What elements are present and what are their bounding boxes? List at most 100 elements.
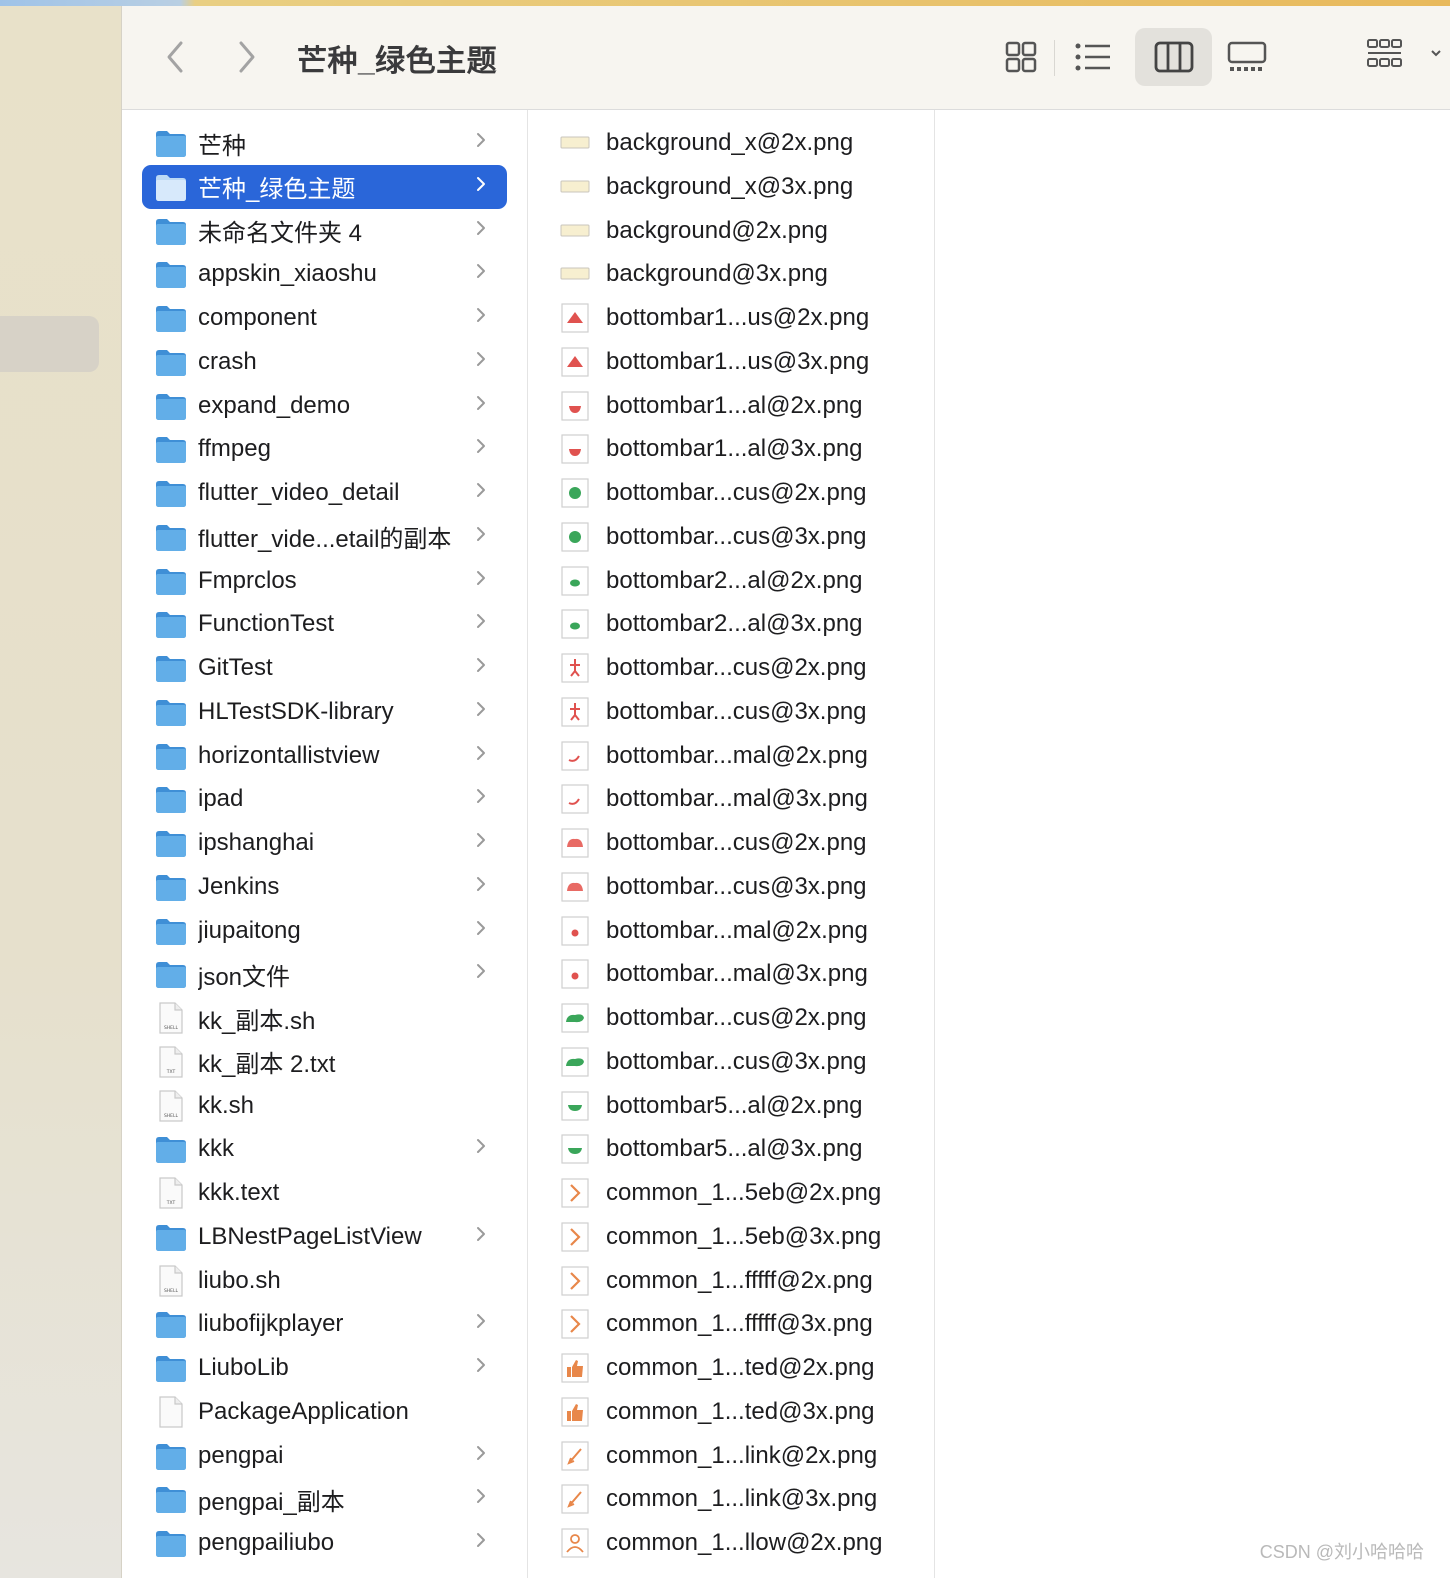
file-row[interactable]: bottombar...cus@2x.png — [558, 996, 928, 1040]
file-row[interactable]: common_1...llow@2x.png — [558, 1521, 928, 1565]
file-row[interactable]: background_x@3x.png — [558, 165, 928, 209]
item-label: GitTest — [198, 654, 273, 681]
file-row[interactable]: bottombar1...us@3x.png — [558, 340, 928, 384]
png-thumbnail-icon — [558, 432, 592, 466]
file-row[interactable]: bottombar2...al@2x.png — [558, 559, 928, 603]
folder-icon — [154, 870, 188, 904]
folder-row[interactable]: LBNestPageListView — [142, 1215, 507, 1259]
chevron-right-icon — [475, 1310, 495, 1338]
folder-column: 芒种 芒种_绿色主题 未命名文件夹 4 appskin_xiaoshu componen… — [122, 110, 528, 1578]
file-row[interactable]: SHELL kk.sh — [142, 1084, 507, 1128]
file-row[interactable]: SHELL kk_副本.sh — [142, 996, 507, 1040]
forward-button[interactable] — [232, 40, 260, 74]
file-row[interactable]: common_1...ted@2x.png — [558, 1346, 928, 1390]
folder-row[interactable]: pengpai_副本 — [142, 1477, 507, 1521]
file-row[interactable]: bottombar2...al@3x.png — [558, 602, 928, 646]
file-icon: SHELL — [154, 1264, 188, 1298]
folder-row[interactable]: pengpailiubo — [142, 1521, 507, 1565]
chevron-right-icon — [475, 1354, 495, 1382]
file-row[interactable]: bottombar...cus@2x.png — [558, 471, 928, 515]
chevron-right-icon — [475, 960, 495, 988]
file-row[interactable]: bottombar5...al@3x.png — [558, 1127, 928, 1171]
folder-row[interactable]: ffmpeg — [142, 427, 507, 471]
folder-row[interactable]: component — [142, 296, 507, 340]
folder-icon — [154, 564, 188, 598]
sidebar-selected-item[interactable] — [0, 316, 99, 372]
file-row[interactable]: bottombar...mal@3x.png — [558, 952, 928, 996]
chevron-right-icon — [475, 1223, 495, 1251]
file-label: common_1...link@3x.png — [606, 1485, 878, 1513]
folder-icon — [154, 1132, 188, 1166]
file-row[interactable]: background@2x.png — [558, 209, 928, 253]
file-row[interactable]: common_1...link@3x.png — [558, 1477, 928, 1521]
file-row[interactable]: bottombar...cus@2x.png — [558, 646, 928, 690]
file-row[interactable]: common_1...ted@3x.png — [558, 1390, 928, 1434]
gallery-view-button[interactable] — [1214, 28, 1280, 86]
file-row[interactable]: common_1...fffff@2x.png — [558, 1259, 928, 1303]
back-button[interactable] — [162, 40, 190, 74]
file-row[interactable]: TXT kk_副本 2.txt — [142, 1040, 507, 1084]
folder-row[interactable]: pengpai — [142, 1434, 507, 1478]
folder-row[interactable]: flutter_vide...etail的副本 — [142, 515, 507, 559]
file-row[interactable]: bottombar1...al@2x.png — [558, 384, 928, 428]
file-row[interactable]: common_1...link@2x.png — [558, 1434, 928, 1478]
folder-row[interactable]: ipad — [142, 777, 507, 821]
file-row[interactable]: bottombar...mal@2x.png — [558, 734, 928, 778]
folder-row[interactable]: kkk — [142, 1127, 507, 1171]
file-row[interactable]: common_1...5eb@2x.png — [558, 1171, 928, 1215]
folder-row[interactable]: json文件 — [142, 952, 507, 996]
file-row[interactable]: bottombar...cus@3x.png — [558, 1040, 928, 1084]
folder-row[interactable]: Fmprclos — [142, 559, 507, 603]
folder-row[interactable]: 芒种 — [142, 121, 507, 165]
file-row[interactable]: bottombar...cus@2x.png — [558, 821, 928, 865]
file-row[interactable]: PackageApplication — [142, 1390, 507, 1434]
folder-icon — [154, 1307, 188, 1341]
folder-row[interactable]: HLTestSDK-library — [142, 690, 507, 734]
file-row[interactable]: common_1...fffff@3x.png — [558, 1302, 928, 1346]
folder-row[interactable]: 未命名文件夹 4 — [142, 209, 507, 253]
file-row[interactable]: bottombar1...us@2x.png — [558, 296, 928, 340]
folder-row[interactable]: 芒种_绿色主题 — [142, 164, 507, 209]
folder-row[interactable]: liubofijkplayer — [142, 1302, 507, 1346]
folder-row[interactable]: crash — [142, 340, 507, 384]
png-thumbnail-icon — [558, 301, 592, 335]
file-row[interactable]: common_1...5eb@3x.png — [558, 1215, 928, 1259]
file-row[interactable]: bottombar...cus@3x.png — [558, 865, 928, 909]
document-icon — [154, 1395, 188, 1429]
file-row[interactable]: background@3x.png — [558, 252, 928, 296]
folder-row[interactable]: GitTest — [142, 646, 507, 690]
file-row[interactable]: TXT kkk.text — [142, 1171, 507, 1215]
file-row[interactable]: bottombar...mal@2x.png — [558, 909, 928, 953]
file-label: common_1...llow@2x.png — [606, 1529, 883, 1556]
chevron-right-icon — [475, 742, 495, 770]
folder-row[interactable]: horizontallistview — [142, 734, 507, 778]
chevron-left-icon — [167, 41, 183, 73]
folder-row[interactable]: appskin_xiaoshu — [142, 252, 507, 296]
item-label: FunctionTest — [198, 610, 335, 638]
list-view-button[interactable] — [1060, 28, 1126, 86]
folder-row[interactable]: expand_demo — [142, 384, 507, 428]
item-label: liubofijkplayer — [198, 1310, 344, 1338]
folder-row[interactable]: ipshanghai — [142, 821, 507, 865]
png-thumbnail-icon — [558, 214, 592, 248]
icon-view-button[interactable] — [988, 28, 1054, 86]
file-row[interactable]: bottombar...cus@3x.png — [558, 515, 928, 559]
item-label: kk.sh — [198, 1091, 255, 1119]
group-by-button[interactable] — [1360, 28, 1450, 86]
folder-row[interactable]: LiuboLib — [142, 1346, 507, 1390]
folder-row[interactable]: Jenkins — [142, 865, 507, 909]
column-view-button[interactable] — [1135, 28, 1212, 86]
chevron-right-icon — [475, 260, 495, 288]
file-row[interactable]: SHELL liubo.sh — [142, 1259, 507, 1303]
file-row[interactable]: background_x@2x.png — [558, 121, 928, 165]
folder-row[interactable]: jiupaitong — [142, 909, 507, 953]
file-row[interactable]: bottombar1...al@3x.png — [558, 427, 928, 471]
chevron-right-icon — [475, 1529, 495, 1557]
folder-row[interactable]: FunctionTest — [142, 602, 507, 646]
file-row[interactable]: bottombar...mal@3x.png — [558, 777, 928, 821]
file-row[interactable]: bottombar5...al@2x.png — [558, 1084, 928, 1128]
file-row[interactable]: bottombar...cus@3x.png — [558, 690, 928, 734]
folder-row[interactable]: flutter_video_detail — [142, 471, 507, 515]
window-title: 芒种_绿色主题 — [297, 45, 498, 78]
toolbar-divider — [1054, 40, 1055, 76]
